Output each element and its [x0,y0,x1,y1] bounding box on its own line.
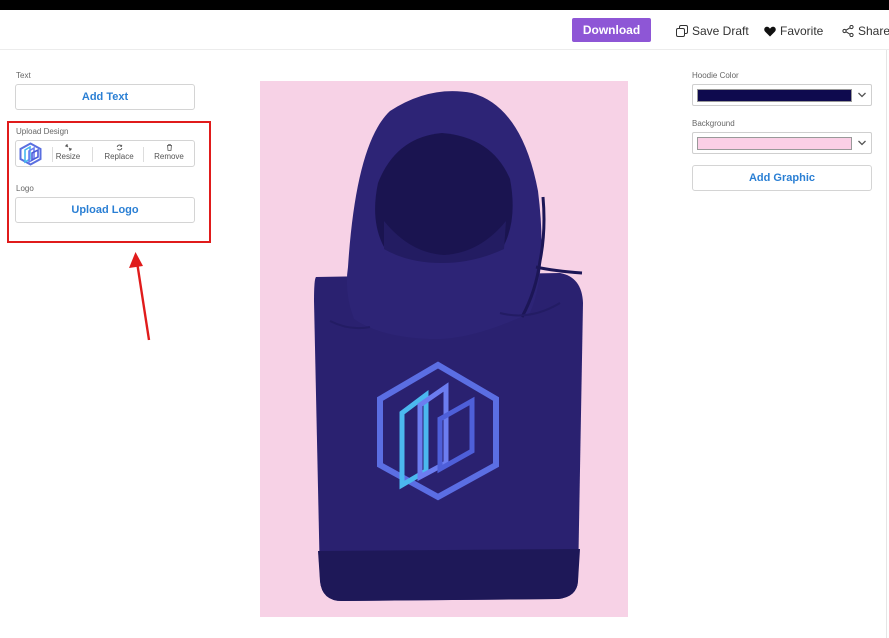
annotation-highlight-box [7,121,211,243]
share-label: Share [858,24,889,38]
hoodie-mockup [314,91,583,601]
hoodie-color-select[interactable] [692,84,872,106]
hoodie-color-swatch [697,89,852,102]
background-label: Background [692,119,735,128]
annotation-arrow [129,252,151,341]
chevron-down-icon [858,92,866,98]
save-draft-label: Save Draft [692,24,749,38]
share-button[interactable]: Share [842,22,889,40]
background-color-swatch [697,137,852,150]
favorite-button[interactable]: Favorite [764,22,823,40]
text-section-label: Text [16,71,31,80]
toolbar: Download Save Draft Favorite Share [0,10,889,50]
chevron-down-icon [858,140,866,146]
design-preview-canvas [260,81,628,617]
heart-icon [764,26,776,36]
window-top-bar [0,0,889,10]
background-color-select[interactable] [692,132,872,154]
copy-icon [676,25,688,37]
download-button[interactable]: Download [572,18,651,42]
share-icon [842,25,854,37]
hoodie-color-label: Hoodie Color [692,71,739,80]
save-draft-button[interactable]: Save Draft [676,22,749,40]
add-graphic-button[interactable]: Add Graphic [692,165,872,191]
favorite-label: Favorite [780,24,824,38]
right-edge-divider [886,50,887,638]
add-text-button[interactable]: Add Text [15,84,195,110]
